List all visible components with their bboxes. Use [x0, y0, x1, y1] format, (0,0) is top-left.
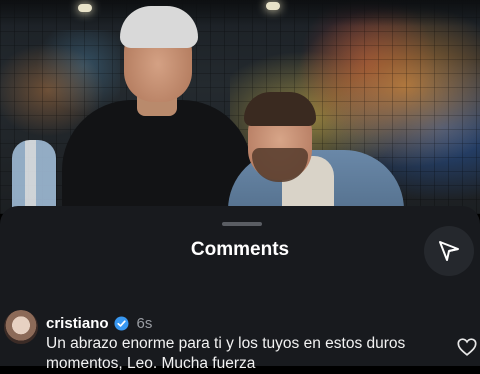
- share-button[interactable]: [424, 226, 474, 276]
- post-photo: [0, 0, 480, 214]
- person-left-hair: [120, 6, 198, 48]
- ceiling-light: [266, 2, 280, 10]
- comment-username[interactable]: cristiano: [46, 315, 109, 332]
- comment-time: 6s: [136, 315, 153, 332]
- heart-outline-icon[interactable]: [456, 336, 478, 358]
- person-right-hair: [244, 92, 316, 126]
- ceiling-light: [78, 4, 92, 12]
- sheet-title: Comments: [190, 239, 290, 260]
- paper-plane-icon: [439, 241, 459, 261]
- person-left-body: [62, 100, 252, 214]
- comments-sheet: Comments cristiano 6s Un abrazo enorme p…: [0, 206, 480, 372]
- sheet-grabber[interactable]: [222, 222, 262, 226]
- verified-badge-icon: [114, 316, 129, 331]
- avatar[interactable]: [4, 310, 38, 344]
- comment-text: Un abrazo enorme para ti y los tuyos en …: [46, 335, 406, 372]
- comment-header: cristiano 6s: [46, 315, 152, 332]
- comment-item: cristiano 6s Un abrazo enorme para ti y …: [0, 310, 480, 372]
- background-person: [12, 140, 56, 214]
- ceiling: [0, 0, 480, 26]
